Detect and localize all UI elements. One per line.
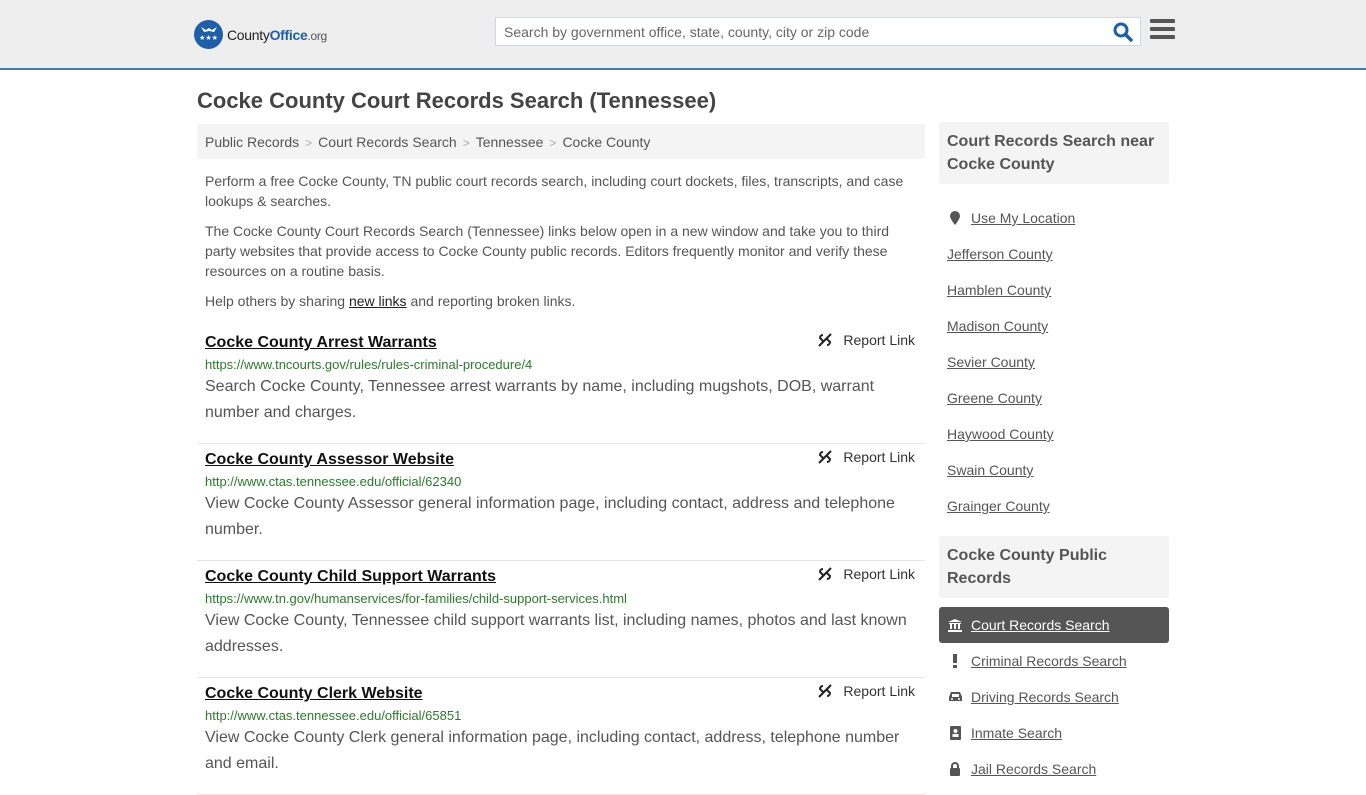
site-logo[interactable]: ★★★ CountyOffice.org xyxy=(194,20,327,49)
driving-records-search-link[interactable]: Driving Records Search xyxy=(971,689,1119,705)
public-record-item-court-records[interactable]: Court Records Search xyxy=(939,607,1169,643)
report-link-button[interactable]: Report Link xyxy=(817,449,915,465)
use-location-item: Use My Location xyxy=(939,200,1169,236)
page-title: Cocke County Court Records Search (Tenne… xyxy=(197,88,717,113)
public-record-item-criminal-records[interactable]: Criminal Records Search xyxy=(939,643,1169,679)
result-item: Cocke County Arrest Warrants Report Link… xyxy=(197,327,925,444)
eagle-logo-icon: ★★★ xyxy=(194,20,223,49)
results-list: Cocke County Arrest Warrants Report Link… xyxy=(197,327,925,795)
nearby-county-item: Hamblen County xyxy=(939,272,1169,308)
nearby-county-item: Grainger County xyxy=(939,488,1169,524)
hamburger-menu-icon[interactable] xyxy=(1150,19,1175,41)
result-url[interactable]: https://www.tn.gov/humanservices/for-fam… xyxy=(205,591,917,606)
car-icon xyxy=(947,691,963,703)
breadcrumb-tennessee[interactable]: Tennessee xyxy=(476,134,544,150)
nearby-county-link[interactable]: Hamblen County xyxy=(947,282,1051,298)
intro-paragraph: Perform a free Cocke County, TN public c… xyxy=(205,173,904,209)
result-title-link[interactable]: Cocke County Arrest Warrants xyxy=(205,334,437,352)
nearby-county-link[interactable]: Jefferson County xyxy=(947,246,1053,262)
exclamation-icon xyxy=(947,654,963,668)
nearby-county-link[interactable]: Madison County xyxy=(947,318,1048,334)
result-description: Search Cocke County, Tennessee arrest wa… xyxy=(205,378,875,421)
lock-icon xyxy=(947,762,963,776)
breadcrumb-cocke-county[interactable]: Cocke County xyxy=(562,134,650,150)
public-record-item-inmate-search[interactable]: Inmate Search xyxy=(939,715,1169,751)
result-url[interactable]: https://www.tncourts.gov/rules/rules-cri… xyxy=(205,357,917,372)
logo-text: CountyOffice.org xyxy=(227,26,327,43)
breadcrumb-court-records-search[interactable]: Court Records Search xyxy=(318,134,457,150)
breadcrumb-separator: > xyxy=(549,136,557,150)
breadcrumb: Public Records > Court Records Search > Tenn… xyxy=(197,124,925,159)
nearby-county-link[interactable]: Sevier County xyxy=(947,354,1035,370)
report-link-button[interactable]: Report Link xyxy=(817,566,915,582)
nearby-county-item: Swain County xyxy=(939,452,1169,488)
intro-paragraph: The Cocke County Court Records Search (T… xyxy=(205,223,890,279)
public-records-panel: Cocke County Public Records Court Record… xyxy=(939,536,1169,787)
nearby-county-item: Madison County xyxy=(939,308,1169,344)
nearby-list: Use My Location Jefferson County Hamblen… xyxy=(939,200,1169,524)
result-url[interactable]: http://www.ctas.tennessee.edu/official/6… xyxy=(205,474,917,489)
broken-link-icon xyxy=(818,333,833,347)
broken-link-icon xyxy=(818,567,833,581)
nearby-counties-panel: Court Records Search near Cocke County U… xyxy=(939,122,1169,524)
result-description: View Cocke County Clerk general informat… xyxy=(205,729,900,772)
site-header: ★★★ CountyOffice.org xyxy=(0,0,1366,70)
breadcrumb-public-records[interactable]: Public Records xyxy=(205,134,299,150)
nearby-county-link[interactable]: Haywood County xyxy=(947,426,1054,442)
result-description: View Cocke County, Tennessee child suppo… xyxy=(205,612,907,655)
public-records-heading: Cocke County Public Records xyxy=(939,536,1169,598)
nearby-county-link[interactable]: Swain County xyxy=(947,462,1033,478)
public-record-item-driving-records[interactable]: Driving Records Search xyxy=(939,679,1169,715)
result-url[interactable]: http://www.ctas.tennessee.edu/official/6… xyxy=(205,708,917,723)
broken-link-icon xyxy=(818,684,833,698)
report-link-button[interactable]: Report Link xyxy=(817,683,915,699)
new-links-link[interactable]: new links xyxy=(349,293,407,309)
result-title-link[interactable]: Cocke County Assessor Website xyxy=(205,451,454,469)
nearby-county-link[interactable]: Greene County xyxy=(947,390,1042,406)
share-links-paragraph: Help others by sharing new links and rep… xyxy=(205,293,576,309)
search-input[interactable] xyxy=(496,18,1106,45)
map-pin-icon xyxy=(947,210,963,226)
nearby-county-item: Haywood County xyxy=(939,416,1169,452)
breadcrumb-separator: > xyxy=(305,136,313,150)
id-badge-icon xyxy=(947,726,963,740)
courthouse-icon xyxy=(947,618,963,632)
inmate-search-link[interactable]: Inmate Search xyxy=(971,725,1062,741)
result-title-link[interactable]: Cocke County Child Support Warrants xyxy=(205,568,496,586)
intro-text: Perform a free Cocke County, TN public c… xyxy=(205,171,917,321)
nearby-county-item: Greene County xyxy=(939,380,1169,416)
public-record-item-jail-records[interactable]: Jail Records Search xyxy=(939,751,1169,787)
search-box xyxy=(495,17,1141,46)
public-records-list: Court Records Search Criminal Records Se… xyxy=(939,607,1169,787)
jail-records-search-link[interactable]: Jail Records Search xyxy=(971,761,1096,777)
result-item: Cocke County Clerk Website Report Link h… xyxy=(197,678,925,795)
nearby-county-item: Sevier County xyxy=(939,344,1169,380)
breadcrumb-separator: > xyxy=(462,136,470,150)
result-title-link[interactable]: Cocke County Clerk Website xyxy=(205,685,423,703)
broken-link-icon xyxy=(818,450,833,464)
nearby-county-item: Jefferson County xyxy=(939,236,1169,272)
use-my-location-link[interactable]: Use My Location xyxy=(971,210,1075,226)
result-item: Cocke County Child Support Warrants Repo… xyxy=(197,561,925,678)
criminal-records-search-link[interactable]: Criminal Records Search xyxy=(971,653,1127,669)
report-link-button[interactable]: Report Link xyxy=(817,332,915,348)
nearby-county-link[interactable]: Grainger County xyxy=(947,498,1050,514)
court-records-search-link[interactable]: Court Records Search xyxy=(971,617,1110,633)
search-icon[interactable] xyxy=(1112,21,1134,43)
result-description: View Cocke County Assessor general infor… xyxy=(205,495,895,538)
nearby-heading: Court Records Search near Cocke County xyxy=(939,122,1169,184)
result-item: Cocke County Assessor Website Report Lin… xyxy=(197,444,925,561)
